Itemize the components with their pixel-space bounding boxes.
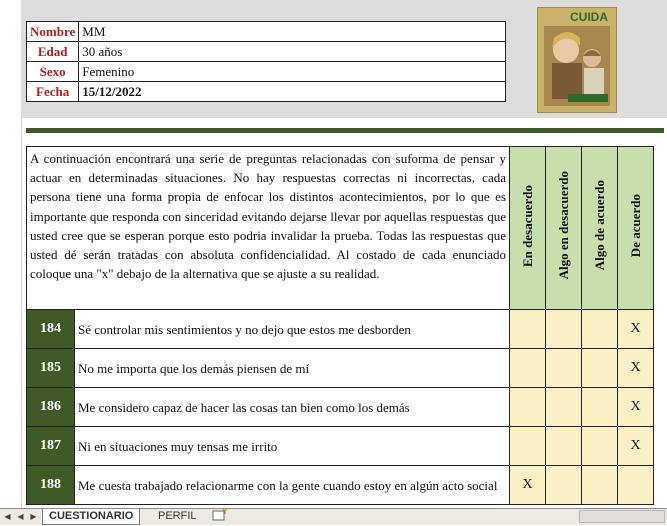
age-value[interactable]: 30 años — [78, 41, 507, 62]
insert-sheet-icon — [212, 508, 228, 521]
answer-cell[interactable] — [545, 309, 582, 349]
answer-cell[interactable]: X — [617, 387, 654, 427]
insert-sheet-tab[interactable] — [206, 508, 234, 524]
answer-cell[interactable]: X — [509, 465, 546, 505]
question-number: 184 — [26, 309, 75, 349]
option-header-3: Algo de acuerdo — [581, 146, 618, 310]
next-sheet-icon[interactable]: ▶ — [28, 511, 39, 522]
date-value[interactable]: 15/12/2022 — [78, 81, 507, 102]
sex-value[interactable]: Femenino — [78, 61, 507, 82]
question-text: Sé controlar mis sentimientos y no dejo … — [74, 309, 510, 349]
option-header-1: En desacuerdo — [509, 146, 546, 310]
question-row: 187 Ni en situaciones muy tensas me irri… — [26, 426, 654, 466]
horizontal-scrollbar[interactable] — [579, 510, 665, 523]
prev-sheet-icon[interactable]: ◀ — [15, 511, 26, 522]
question-text: Me cuesta trabajado relacionarme con la … — [74, 465, 510, 505]
answer-cell[interactable] — [581, 465, 618, 505]
question-row: 185 No me importa que los demás piensen … — [26, 348, 654, 388]
column-strip — [0, 0, 22, 508]
question-row: 184 Sé controlar mis sentimientos y no d… — [26, 309, 654, 349]
tab-perfil[interactable]: PERFIL — [152, 509, 203, 524]
answer-cell[interactable] — [581, 348, 618, 388]
questionnaire-table: A continuación encontrará una serie de p… — [26, 146, 654, 505]
answer-cell[interactable] — [545, 387, 582, 427]
answer-cell[interactable] — [509, 309, 546, 349]
question-number: 186 — [26, 387, 75, 427]
tab-cuestionario[interactable]: CUESTIONARIO — [42, 509, 141, 525]
option-header-4: De acuerdo — [617, 146, 654, 310]
option-header-2: Algo en desacuerdo — [545, 146, 582, 310]
instructions-text: A continuación encontrará una serie de p… — [26, 146, 510, 310]
question-text: Ni en situaciones muy tensas me irrito — [74, 426, 510, 466]
question-row: 186 Me considero capaz de hacer las cosa… — [26, 387, 654, 427]
sheet-tab-bar: ◀ ◀ ▶ CUESTIONARIO PERFIL — [0, 508, 667, 525]
answer-cell[interactable] — [581, 309, 618, 349]
worksheet[interactable]: Nombre MM Edad 30 años Sexo Femenino Fec… — [0, 0, 667, 508]
answer-cell[interactable]: X — [617, 348, 654, 388]
answer-cell[interactable] — [509, 387, 546, 427]
date-label: Fecha — [25, 81, 80, 102]
age-label: Edad — [25, 41, 80, 62]
question-row: 188 Me cuesta trabajado relacionarme con… — [26, 465, 654, 505]
answer-cell[interactable] — [509, 348, 546, 388]
name-value[interactable]: MM — [78, 21, 507, 42]
sex-label: Sexo — [25, 61, 80, 82]
answer-cell[interactable] — [581, 387, 618, 427]
info-table: Nombre MM Edad 30 años Sexo Femenino Fec… — [25, 21, 507, 102]
first-sheet-icon[interactable]: ◀ — [2, 511, 13, 522]
question-text: No me importa que los demás piensen de m… — [74, 348, 510, 388]
answer-cell[interactable] — [545, 465, 582, 505]
cover-title: CUIDA — [570, 10, 608, 24]
answer-cell[interactable] — [581, 426, 618, 466]
answer-cell[interactable] — [545, 348, 582, 388]
cuida-cover-image: CUIDA — [537, 7, 617, 113]
question-number: 185 — [26, 348, 75, 388]
answer-cell[interactable]: X — [617, 426, 654, 466]
divider-bar — [26, 128, 664, 133]
answer-cell[interactable] — [545, 426, 582, 466]
name-label: Nombre — [25, 21, 80, 42]
answer-cell[interactable] — [617, 465, 654, 505]
answer-cell[interactable]: X — [617, 309, 654, 349]
answer-cell[interactable] — [509, 426, 546, 466]
question-number: 187 — [26, 426, 75, 466]
question-number: 188 — [26, 465, 75, 505]
question-text: Me considero capaz de hacer las cosas ta… — [74, 387, 510, 427]
